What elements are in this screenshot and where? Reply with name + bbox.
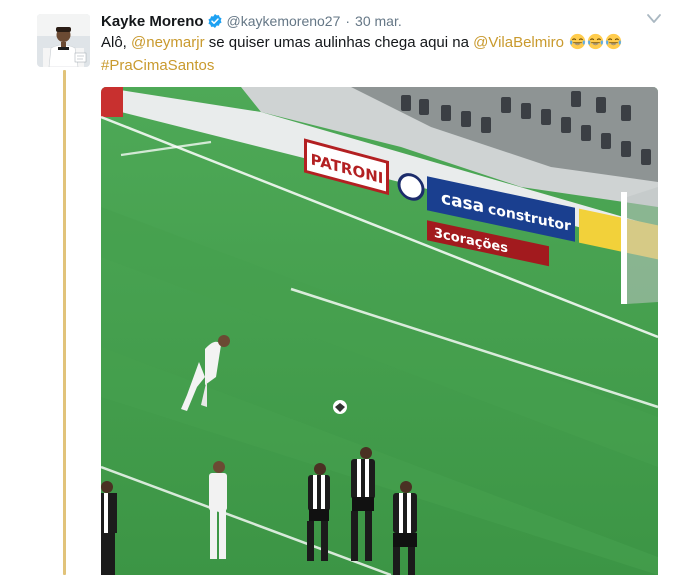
mention-vilabelmiro[interactable]: @VilaBelmiro bbox=[473, 34, 564, 51]
tears-of-joy-emoji-icon bbox=[587, 33, 604, 50]
tweet-header: Kayke Moreno @kaykemoreno27 · 30 mar. bbox=[101, 11, 402, 31]
header-separator: · bbox=[345, 13, 351, 29]
soccer-penalty-scene: PATRONI casa construtor 3corações bbox=[101, 87, 658, 575]
tweet-text-line-2: #PraCimaSantos bbox=[101, 54, 661, 77]
video-thumbnail[interactable]: PATRONI casa construtor 3corações bbox=[101, 87, 658, 575]
tweet-text-prefix: Alô, bbox=[101, 34, 132, 51]
mention-neymarjr[interactable]: @neymarjr bbox=[131, 34, 205, 51]
hashtag-pracimasantos[interactable]: #PraCimaSantos bbox=[101, 57, 214, 74]
verified-badge-icon bbox=[207, 13, 223, 29]
tweet-text-middle: se quiser umas aulinhas chega aqui na bbox=[204, 34, 474, 51]
author-handle[interactable]: @kaykemoreno27 bbox=[227, 13, 341, 29]
tears-of-joy-emoji-icon bbox=[605, 33, 622, 50]
thread-connector-line bbox=[63, 70, 66, 575]
more-options-chevron-down-icon[interactable] bbox=[646, 12, 662, 26]
tweet-text: Alô, @neymarjr se quiser umas aulinhas c… bbox=[101, 31, 661, 77]
avatar[interactable] bbox=[37, 14, 90, 67]
author-name[interactable]: Kayke Moreno bbox=[101, 13, 204, 30]
tears-of-joy-emoji-icon bbox=[569, 33, 586, 50]
tweet-timestamp[interactable]: 30 mar. bbox=[355, 13, 402, 29]
avatar-image bbox=[37, 14, 90, 67]
tweet-text-line-1: Alô, @neymarjr se quiser umas aulinhas c… bbox=[101, 31, 661, 54]
